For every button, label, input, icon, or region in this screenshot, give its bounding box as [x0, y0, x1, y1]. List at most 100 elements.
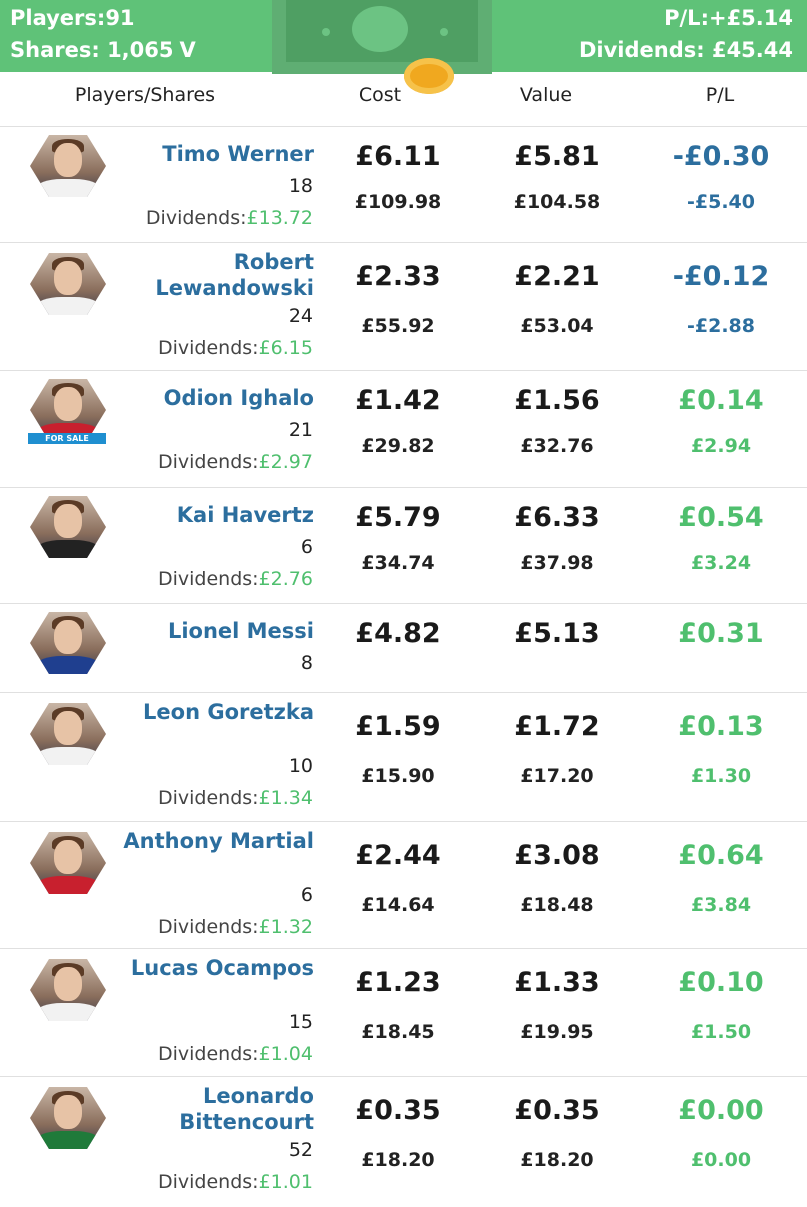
value-per-share: £3.08 [514, 840, 600, 871]
player-name[interactable]: Anthony Martial [114, 828, 314, 854]
player-row[interactable]: Kai Havertz 6 Dividends:£2.76 £5.79 £6.33 £0.… [0, 487, 807, 604]
share-count: 6 [300, 884, 313, 906]
player-photo [30, 703, 106, 765]
column-value[interactable]: Value [496, 84, 596, 106]
value-total: £19.95 [520, 1021, 594, 1043]
shares-value: 1,065 [107, 38, 174, 62]
pl-per-share: £0.64 [678, 840, 764, 871]
cost-per-share: £5.79 [355, 502, 441, 533]
player-photo [30, 1087, 106, 1149]
pl-per-share: -£0.12 [672, 261, 770, 292]
player-photo [30, 496, 106, 558]
player-dividends: Dividends:£1.32 [158, 916, 313, 938]
player-dividends: Dividends:£6.15 [158, 337, 313, 359]
pl-value: +£5.14 [708, 6, 793, 30]
pl-per-share: £0.31 [678, 618, 764, 649]
player-row[interactable]: Lionel Messi 8 £4.82 £5.13 £0.31 [0, 603, 807, 693]
player-row[interactable]: Robert Lewandowski 24 Dividends:£6.15 £2.33… [0, 242, 807, 371]
value-total: £104.58 [513, 191, 601, 213]
player-row[interactable]: Timo Werner 18 Dividends:£13.72 £6.11 £5.81 -… [0, 126, 807, 243]
shares-label: Shares: [10, 38, 100, 62]
value-per-share: £5.81 [514, 141, 600, 172]
cost-total: £109.98 [354, 191, 442, 213]
player-photo [30, 253, 106, 315]
players-label: Players: [10, 6, 106, 30]
column-cost[interactable]: Cost [330, 84, 430, 106]
pl-per-share: £0.14 [678, 385, 764, 416]
value-total: £53.04 [520, 315, 594, 337]
cost-per-share: £1.42 [355, 385, 441, 416]
player-row[interactable]: FOR SALE Odion Ighalo 21 Dividends:£2.97 £1.… [0, 370, 807, 488]
cost-total: £55.92 [361, 315, 435, 337]
total-pl: P/L:+£5.14 [664, 6, 793, 30]
value-total: £18.20 [520, 1149, 594, 1171]
pl-total: £0.00 [690, 1149, 752, 1171]
player-dividends: Dividends:£1.01 [158, 1171, 313, 1193]
pl-total: £1.30 [690, 765, 752, 787]
truncated-text: V [179, 38, 196, 62]
cost-per-share: £1.59 [355, 711, 441, 742]
cost-total: £18.45 [361, 1021, 435, 1043]
player-photo [30, 135, 106, 197]
pl-per-share: £0.54 [678, 502, 764, 533]
share-count: 18 [288, 175, 313, 197]
player-row[interactable]: Lucas Ocampos 15 Dividends:£1.04 £1.23 £1.33… [0, 948, 807, 1077]
pl-total: -£2.88 [687, 315, 755, 337]
player-dividends: Dividends:£1.04 [158, 1043, 313, 1065]
share-count: 15 [288, 1011, 313, 1033]
cost-total: £15.90 [361, 765, 435, 787]
value-per-share: £1.72 [514, 711, 600, 742]
player-photo [30, 379, 106, 441]
player-name[interactable]: Lucas Ocampos [114, 955, 314, 981]
players-value: 91 [105, 6, 135, 30]
banknote-icon [272, 0, 492, 74]
player-row[interactable]: Anthony Martial 6 Dividends:£1.32 £2.44 £3.0… [0, 821, 807, 949]
dividends-label: Dividends: [578, 38, 705, 62]
portfolio-summary-bar: Players:91 Shares: 1,065 V P/L:+£5.14 Div… [0, 0, 807, 74]
value-per-share: £6.33 [514, 502, 600, 533]
value-per-share: £0.35 [514, 1095, 600, 1126]
cost-per-share: £0.35 [355, 1095, 441, 1126]
cost-total: £34.74 [361, 552, 435, 574]
value-total: £18.48 [520, 894, 594, 916]
share-count: 10 [288, 755, 313, 777]
share-count: 24 [288, 305, 313, 327]
pl-per-share: £0.10 [678, 967, 764, 998]
player-name[interactable]: Lionel Messi [114, 618, 314, 644]
player-row[interactable]: Leon Goretzka 10 Dividends:£1.34 £1.59 £1.72… [0, 692, 807, 822]
player-dividends: Dividends:£1.34 [158, 787, 313, 809]
cost-total: £29.82 [361, 435, 435, 457]
value-total: £17.20 [520, 765, 594, 787]
cost-per-share: £2.33 [355, 261, 441, 292]
player-name[interactable]: Timo Werner [114, 141, 314, 167]
pl-total: £1.50 [690, 1021, 752, 1043]
share-count: 6 [300, 536, 313, 558]
player-dividends: Dividends:£2.76 [158, 568, 313, 590]
player-dividends: Dividends:£2.97 [158, 451, 313, 473]
table-header: Players/Shares Cost Value P/L [0, 76, 807, 126]
share-count: 8 [300, 652, 313, 674]
player-name[interactable]: Robert Lewandowski [114, 249, 314, 301]
player-name[interactable]: Leonardo Bittencourt [114, 1083, 314, 1135]
player-row[interactable]: Leonardo Bittencourt 52 Dividends:£1.01 £0.… [0, 1076, 807, 1207]
value-per-share: £2.21 [514, 261, 600, 292]
column-pl[interactable]: P/L [670, 84, 770, 106]
pl-total: £3.24 [690, 552, 752, 574]
cost-total: £18.20 [361, 1149, 435, 1171]
player-photo [30, 959, 106, 1021]
share-count: 52 [288, 1139, 313, 1161]
pl-per-share: £0.00 [678, 1095, 764, 1126]
pl-per-share: -£0.30 [672, 141, 770, 172]
player-name[interactable]: Odion Ighalo [114, 385, 314, 411]
player-name[interactable]: Leon Goretzka [114, 699, 314, 725]
pl-per-share: £0.13 [678, 711, 764, 742]
value-total: £32.76 [520, 435, 594, 457]
value-per-share: £1.56 [514, 385, 600, 416]
value-per-share: £1.33 [514, 967, 600, 998]
cost-total: £14.64 [361, 894, 435, 916]
shares-count: Shares: 1,065 V [10, 38, 196, 62]
column-players-shares[interactable]: Players/Shares [40, 84, 250, 106]
player-photo [30, 832, 106, 894]
player-name[interactable]: Kai Havertz [114, 502, 314, 528]
total-dividends: Dividends: £45.44 [579, 38, 793, 62]
